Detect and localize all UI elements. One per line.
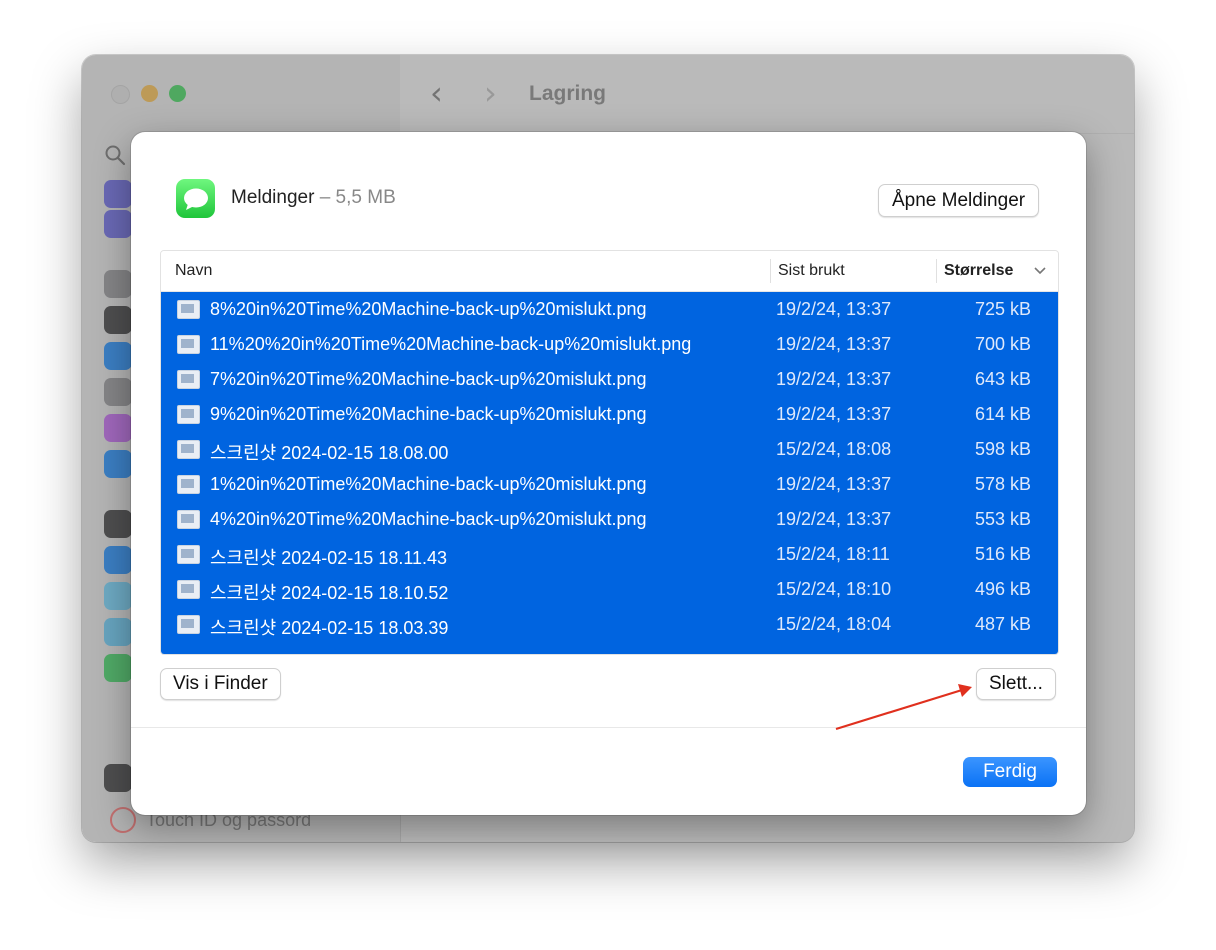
annotation-arrow: [835, 684, 972, 731]
arrow-line: [835, 688, 963, 731]
arrow-head: [958, 684, 972, 697]
